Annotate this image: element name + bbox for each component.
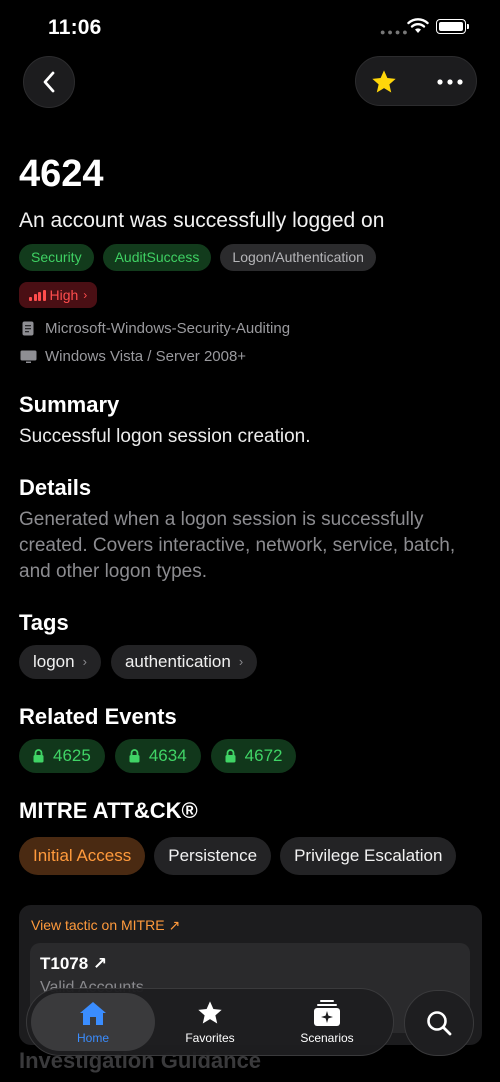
technique-id: T1078 ↗	[40, 954, 108, 973]
back-chevron-icon	[43, 71, 55, 93]
platform-line: Windows Vista / Server 2008+	[19, 346, 484, 367]
event-title: An account was successfully logged on	[19, 209, 385, 232]
tab-favorites[interactable]: Favorites	[162, 993, 258, 1051]
status-bar: 11:06 ●●●●	[0, 0, 500, 54]
tactic-tab-initial-access[interactable]: Initial Access	[19, 837, 146, 875]
related-events-list: 4625 4634 4672	[19, 739, 484, 773]
chevron-right-icon: ›	[83, 288, 88, 302]
summary-heading: Summary	[19, 392, 120, 417]
tags-heading: Tags	[19, 610, 69, 635]
more-icon	[437, 79, 463, 85]
related-event-id: 4634	[148, 746, 187, 765]
tab-scenarios[interactable]: Scenarios	[277, 993, 377, 1051]
tab-scenarios-label: Scenarios	[300, 1031, 354, 1045]
lock-icon	[33, 749, 44, 763]
lock-icon	[129, 749, 140, 763]
mitre-heading: MITRE ATT&CK®	[19, 798, 198, 823]
tactic-tab-persistence[interactable]: Persistence	[154, 837, 272, 875]
back-button[interactable]	[23, 56, 75, 108]
related-event-chip[interactable]: 4672	[210, 739, 297, 773]
wifi-icon	[407, 18, 429, 33]
tab-home-label: Home	[76, 1030, 109, 1045]
provider-line: Microsoft-Windows-Security-Auditing	[19, 318, 484, 339]
related-heading: Related Events	[19, 704, 177, 729]
star-icon	[198, 1001, 222, 1024]
tag-label: authentication	[124, 652, 231, 671]
search-icon	[427, 1011, 452, 1036]
severity-badge[interactable]: High ›	[19, 282, 98, 308]
related-event-id: 4625	[53, 746, 91, 765]
audit-badge[interactable]: AuditSuccess	[102, 244, 212, 271]
tab-home[interactable]: Home	[31, 993, 155, 1051]
chevron-right-icon: ›	[82, 654, 87, 669]
status-time: 11:06	[48, 16, 102, 39]
house-icon	[80, 1001, 106, 1025]
severity-bars-icon	[29, 289, 46, 301]
action-group	[355, 56, 477, 106]
platform-text: Windows Vista / Server 2008+	[45, 348, 247, 365]
view-tactic-link[interactable]: View tactic on MITRE ↗	[31, 917, 180, 934]
favorite-button[interactable]	[368, 67, 400, 97]
monitor-icon	[19, 350, 37, 364]
scenarios-icon	[314, 1000, 340, 1026]
badge-row: Security AuditSuccess Logon/Authenticati…	[19, 244, 484, 271]
tag-chip[interactable]: logon ›	[19, 645, 101, 679]
signal-icon: ●●●●	[380, 27, 410, 37]
provider-text: Microsoft-Windows-Security-Auditing	[45, 320, 291, 337]
details-text: Generated when a logon session is succes…	[19, 509, 456, 582]
tag-chip[interactable]: authentication ›	[110, 645, 258, 679]
tactics-list: Initial Access Persistence Privilege Esc…	[19, 837, 484, 875]
details-heading: Details	[19, 475, 92, 500]
tags-list: logon › authentication ›	[19, 645, 484, 679]
tab-favorites-label: Favorites	[185, 1031, 235, 1045]
lock-icon	[225, 749, 236, 763]
category-badge[interactable]: Logon/Authentication	[220, 244, 376, 271]
battery-icon	[436, 19, 469, 34]
document-icon	[19, 321, 37, 336]
chevron-right-icon: ›	[238, 654, 244, 669]
severity-label: High	[49, 287, 79, 303]
event-id: 4624	[19, 153, 104, 195]
related-event-chip[interactable]: 4625	[19, 739, 105, 773]
more-button[interactable]	[432, 67, 468, 97]
tactic-tab-privilege-escalation[interactable]: Privilege Escalation	[280, 837, 457, 875]
star-icon	[372, 70, 396, 93]
tag-label: logon	[33, 652, 75, 671]
related-event-id: 4672	[244, 746, 283, 765]
search-button[interactable]	[404, 990, 474, 1056]
event-detail: 4624 An account was successfully logged …	[19, 150, 484, 875]
summary-text: Successful logon session creation.	[19, 426, 311, 447]
related-event-chip[interactable]: 4634	[114, 739, 201, 773]
channel-badge[interactable]: Security	[19, 244, 94, 271]
tab-bar: Home Favorites Scenarios	[26, 988, 394, 1056]
